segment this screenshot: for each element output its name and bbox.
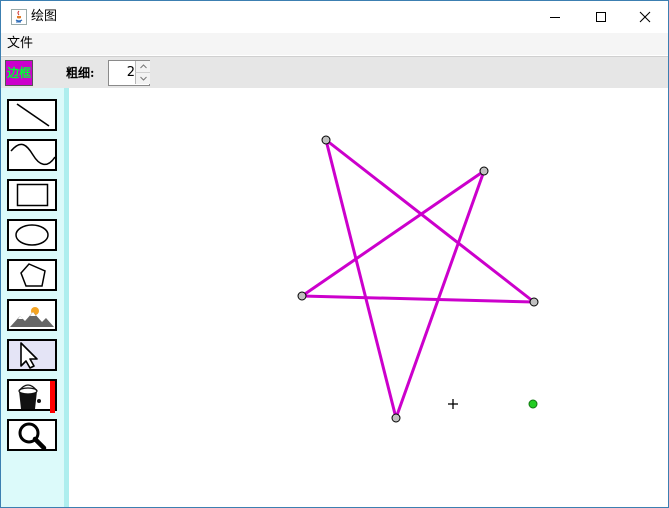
fill-color-swatch <box>50 381 55 413</box>
minimize-icon <box>550 17 560 18</box>
crosshair-cursor-icon <box>448 399 458 409</box>
rectangle-tool[interactable] <box>7 179 57 211</box>
spinner-down-button[interactable] <box>135 73 150 84</box>
star-edge <box>300 294 536 304</box>
spinner-up-button[interactable] <box>135 61 150 73</box>
vertex-handle <box>321 135 331 145</box>
paint-bucket-icon <box>18 381 55 413</box>
chevron-down-icon <box>139 76 147 81</box>
title-bar: 绘图 <box>1 1 668 33</box>
image-tool[interactable] <box>7 299 57 331</box>
tool-palette <box>1 88 64 507</box>
star-edge <box>324 138 536 304</box>
thickness-spinner[interactable]: 2 <box>108 60 150 86</box>
drawing-canvas[interactable] <box>69 88 668 507</box>
java-app-icon <box>11 9 27 25</box>
thickness-label: 粗细: <box>66 66 95 80</box>
chevron-up-icon <box>139 64 147 69</box>
star-edge <box>300 169 486 298</box>
vertex-handle <box>391 413 401 423</box>
curve-icon <box>10 143 55 166</box>
close-button[interactable] <box>622 1 668 33</box>
vertex-handle <box>529 297 539 307</box>
select-tool[interactable] <box>7 339 57 371</box>
border-toggle-button[interactable]: 边框 <box>5 60 33 86</box>
toolbar: 边框 粗细: 2 <box>1 56 668 89</box>
ellipse-icon <box>15 224 49 246</box>
thickness-value[interactable]: 2 <box>109 61 135 85</box>
magnifier-icon <box>18 422 47 451</box>
fill-tool[interactable] <box>7 379 57 413</box>
landscape-icon <box>10 307 54 327</box>
close-icon <box>639 11 651 23</box>
maximize-icon <box>596 12 606 22</box>
pentagon-icon <box>20 263 46 287</box>
vertex-handle <box>297 291 307 301</box>
star-edge <box>394 169 486 420</box>
arrow-cursor-icon <box>20 342 38 369</box>
green-control-point <box>528 399 538 409</box>
minimize-button[interactable] <box>532 1 578 33</box>
polygon-tool[interactable] <box>7 259 57 291</box>
maximize-button[interactable] <box>578 1 624 33</box>
menu-bar: 文件 <box>1 33 668 55</box>
vertex-handle <box>479 166 489 176</box>
zoom-tool[interactable] <box>7 419 57 451</box>
line-icon <box>16 103 50 127</box>
curve-tool[interactable] <box>7 139 57 171</box>
app-window: 绘图 文件 边框 粗细: 2 <box>0 0 669 508</box>
rectangle-icon <box>16 183 49 207</box>
line-tool[interactable] <box>7 99 57 131</box>
ellipse-tool[interactable] <box>7 219 57 251</box>
menu-file[interactable]: 文件 <box>7 36 33 52</box>
star-edge <box>324 138 398 420</box>
window-title: 绘图 <box>31 9 58 24</box>
